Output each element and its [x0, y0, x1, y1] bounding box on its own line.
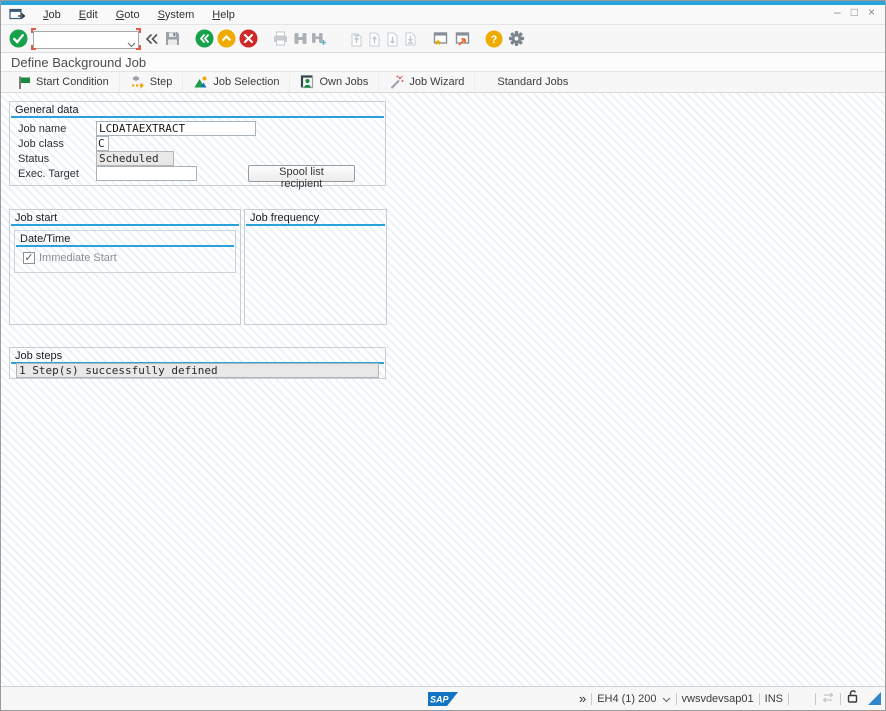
insert-mode-indicator[interactable]: INS — [765, 693, 783, 705]
general-data-title: General data — [11, 103, 384, 118]
job-start-group: Job start Date/Time ✓ Immediate Start — [9, 209, 241, 325]
close-button[interactable]: × — [868, 7, 875, 17]
status-separator — [840, 693, 841, 705]
next-page-icon[interactable] — [383, 28, 401, 50]
immediate-start-checkbox[interactable]: ✓ — [23, 252, 35, 264]
job-selection-button[interactable]: Job Selection — [183, 73, 290, 92]
start-condition-button[interactable]: Start Condition — [7, 73, 120, 92]
job-wizard-icon — [389, 75, 404, 89]
maximize-button[interactable]: □ — [851, 7, 858, 17]
general-data-group: General data Job name Job class Status E… — [9, 101, 386, 186]
status-separator — [676, 693, 677, 705]
exit-icon[interactable] — [215, 28, 237, 50]
menu-item-edit[interactable]: Edit — [71, 7, 106, 23]
job-class-input[interactable] — [96, 136, 109, 151]
resize-grip[interactable] — [868, 692, 881, 705]
status-bar: SAP » EH4 (1) 200 vwsvdevsap01 INS — [1, 686, 885, 710]
customize-layout-icon[interactable] — [505, 28, 527, 50]
status-expand-icon[interactable]: » — [579, 693, 586, 705]
print-icon[interactable] — [269, 28, 291, 50]
own-jobs-label: Own Jobs — [319, 76, 368, 88]
job-frequency-title: Job frequency — [246, 211, 385, 226]
system-session-info: EH4 (1) 200 — [597, 693, 656, 705]
job-steps-group: Job steps — [9, 347, 386, 379]
system-menu-icon[interactable] — [7, 8, 27, 22]
job-name-label: Job name — [18, 123, 66, 135]
date-time-group: Date/Time ✓ Immediate Start — [14, 230, 236, 273]
data-transfer-icon — [821, 690, 835, 708]
status-field — [96, 151, 174, 166]
focus-corner — [136, 28, 141, 33]
svg-text:?: ? — [491, 34, 498, 46]
first-page-icon[interactable] — [347, 28, 365, 50]
help-icon[interactable]: ? — [483, 28, 505, 50]
menu-bar: Job Edit Goto System Help — [1, 5, 885, 25]
back-icon[interactable] — [193, 28, 215, 50]
window-controls: – □ × — [834, 7, 875, 17]
job-wizard-label: Job Wizard — [409, 76, 464, 88]
cancel-icon[interactable] — [237, 28, 259, 50]
step-icon — [130, 75, 145, 89]
create-shortcut-icon[interactable] — [451, 28, 473, 50]
exec-target-label: Exec. Target — [18, 168, 79, 180]
exec-target-input[interactable] — [96, 166, 197, 181]
standard-toolbar: ? — [1, 25, 885, 53]
sap-gui-window: Job Edit Goto System Help – □ × — [0, 0, 886, 711]
previous-page-icon[interactable] — [365, 28, 383, 50]
unlock-icon[interactable] — [846, 689, 859, 708]
focus-corner — [31, 45, 36, 50]
date-time-title: Date/Time — [16, 232, 234, 247]
standard-jobs-button[interactable]: Standard Jobs — [475, 73, 578, 92]
save-icon[interactable] — [161, 28, 183, 50]
sap-logo: SAP — [428, 692, 458, 711]
start-condition-label: Start Condition — [36, 76, 109, 88]
job-frequency-group: Job frequency — [244, 209, 387, 325]
status-separator — [759, 693, 760, 705]
menu-item-goto[interactable]: Goto — [108, 7, 148, 23]
command-field — [33, 30, 139, 48]
menu-item-job[interactable]: Job — [35, 7, 69, 23]
menu-item-system[interactable]: System — [150, 7, 203, 23]
focus-corner — [31, 28, 36, 33]
find-next-icon[interactable] — [309, 28, 327, 50]
job-start-title: Job start — [11, 211, 239, 226]
system-dropdown-icon[interactable] — [662, 690, 671, 708]
job-selection-icon — [193, 75, 208, 89]
collapse-command-icon[interactable] — [143, 28, 161, 50]
step-label: Step — [150, 76, 173, 88]
minimize-button[interactable]: – — [834, 7, 841, 17]
status-separator — [788, 693, 789, 705]
page-title: Define Background Job — [11, 55, 146, 70]
application-toolbar: Start Condition Step Job Selection — [1, 72, 885, 93]
own-jobs-button[interactable]: Own Jobs — [290, 73, 379, 92]
command-input[interactable] — [33, 31, 139, 49]
job-name-input[interactable] — [96, 121, 256, 136]
status-separator — [815, 693, 816, 705]
immediate-start-label: Immediate Start — [39, 252, 117, 264]
find-icon[interactable] — [291, 28, 309, 50]
job-steps-status-field — [16, 363, 379, 378]
checkmark-icon: ✓ — [24, 253, 33, 263]
job-steps-title: Job steps — [11, 349, 384, 364]
host-name: vwsvdevsap01 — [682, 693, 754, 705]
status-label: Status — [18, 153, 49, 165]
focus-corner — [136, 45, 141, 50]
own-jobs-icon — [300, 75, 314, 89]
job-wizard-button[interactable]: Job Wizard — [379, 73, 475, 92]
status-separator — [591, 693, 592, 705]
screen-content: General data Job name Job class Status E… — [1, 93, 885, 688]
enter-icon[interactable] — [7, 28, 29, 50]
menu-item-help[interactable]: Help — [204, 7, 243, 23]
screen-title-bar: Define Background Job — [1, 53, 885, 72]
last-page-icon[interactable] — [401, 28, 419, 50]
step-button[interactable]: Step — [120, 73, 184, 92]
svg-text:SAP: SAP — [430, 695, 450, 705]
new-session-icon[interactable] — [429, 28, 451, 50]
flag-icon — [17, 75, 31, 90]
spool-list-recipient-button[interactable]: Spool list recipient — [248, 165, 355, 182]
job-class-label: Job class — [18, 138, 64, 150]
standard-jobs-label: Standard Jobs — [497, 76, 568, 88]
job-selection-label: Job Selection — [213, 76, 279, 88]
